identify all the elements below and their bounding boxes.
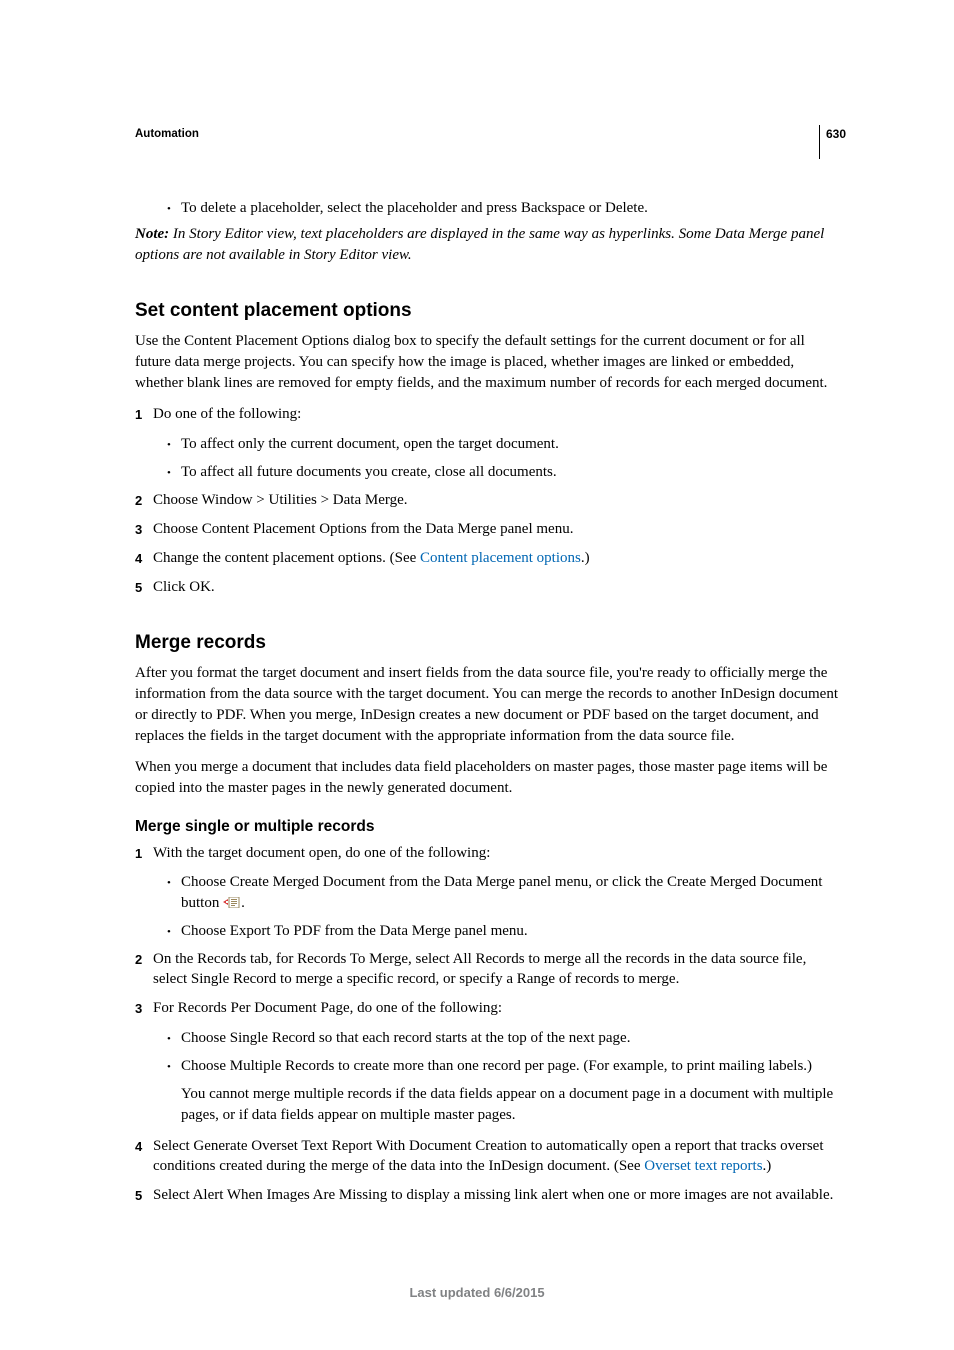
bullet-icon [167, 1028, 181, 1049]
step-number: 5 [135, 1187, 153, 1207]
list-item: To delete a placeholder, select the plac… [167, 198, 844, 218]
list-item: To affect only the current document, ope… [167, 434, 844, 455]
step-text: Select Alert When Images Are Missing to … [153, 1185, 844, 1205]
step-number: 4 [135, 550, 153, 570]
bullet-text: To affect only the current document, ope… [181, 434, 559, 455]
step-item: 2 Choose Window > Utilities > Data Merge… [135, 490, 844, 510]
step-number: 3 [135, 521, 153, 541]
step-item: 5 Select Alert When Images Are Missing t… [135, 1185, 844, 1205]
step-number: 5 [135, 579, 153, 599]
merge-records-section: Merge records After you format the targe… [135, 632, 844, 1206]
section-paragraph: When you merge a document that includes … [135, 757, 844, 799]
step-number: 3 [135, 1000, 153, 1020]
step-item: 3 For Records Per Document Page, do one … [135, 998, 844, 1018]
step-text: On the Records tab, for Records To Merge… [153, 949, 844, 990]
bullet-text: To delete a placeholder, select the plac… [181, 198, 648, 218]
bullet-icon [167, 1056, 181, 1077]
page-number-box: 630 [819, 125, 846, 159]
running-head: Automation [135, 128, 844, 140]
overset-text-reports-link[interactable]: Overset text reports [644, 1158, 762, 1174]
step-text: Choose Content Placement Options from th… [153, 519, 844, 539]
step-text: Select Generate Overset Text Report With… [153, 1136, 844, 1177]
bullet-text: Choose Export To PDF from the Data Merge… [181, 921, 528, 942]
note-text: In Story Editor view, text placeholders … [135, 226, 824, 263]
content-placement-options-link[interactable]: Content placement options [420, 550, 581, 566]
bullet-icon [167, 872, 181, 914]
step-number: 2 [135, 951, 153, 992]
bullet-icon [167, 434, 181, 455]
list-item: Choose Multiple Records to create more t… [167, 1056, 844, 1077]
subsection-heading: Merge single or multiple records [135, 818, 844, 836]
section-heading: Merge records [135, 632, 844, 654]
step-item: 3 Choose Content Placement Options from … [135, 519, 844, 539]
note-paragraph: Note: In Story Editor view, text placeho… [135, 224, 844, 266]
step-number: 2 [135, 492, 153, 512]
bullet-text: Choose Multiple Records to create more t… [181, 1056, 812, 1077]
page-number: 630 [826, 127, 846, 141]
list-item: Choose Single Record so that each record… [167, 1028, 844, 1049]
bullet-text: To affect all future documents you creat… [181, 462, 557, 483]
step-item: 5 Click OK. [135, 577, 844, 597]
step-text: With the target document open, do one of… [153, 843, 844, 863]
bullet-icon [167, 462, 181, 483]
section-intro: Use the Content Placement Options dialog… [135, 331, 844, 394]
step-text: For Records Per Document Page, do one of… [153, 998, 844, 1018]
bullet-text: Choose Single Record so that each record… [181, 1028, 630, 1049]
step-number: 4 [135, 1138, 153, 1179]
intro-section: To delete a placeholder, select the plac… [135, 198, 844, 266]
step-text: Choose Window > Utilities > Data Merge. [153, 490, 844, 510]
create-merged-document-icon [223, 894, 241, 905]
section-paragraph: After you format the target document and… [135, 663, 844, 747]
list-item: Choose Create Merged Document from the D… [167, 872, 844, 914]
step-item: 4 Change the content placement options. … [135, 548, 844, 568]
note-label: Note: [135, 226, 173, 242]
list-item: Choose Export To PDF from the Data Merge… [167, 921, 844, 942]
list-item: To affect all future documents you creat… [167, 462, 844, 483]
step-item: 1 With the target document open, do one … [135, 843, 844, 863]
step-item: 4 Select Generate Overset Text Report Wi… [135, 1136, 844, 1177]
step-number: 1 [135, 845, 153, 865]
step-item: 1 Do one of the following: [135, 404, 844, 424]
bullet-icon [167, 198, 181, 218]
step-item: 2 On the Records tab, for Records To Mer… [135, 949, 844, 990]
step-text: Do one of the following: [153, 404, 844, 424]
page-footer: Last updated 6/6/2015 [0, 1285, 954, 1300]
step-text: Change the content placement options. (S… [153, 548, 844, 568]
section-heading: Set content placement options [135, 300, 844, 322]
bullet-text: Choose Create Merged Document from the D… [181, 872, 844, 914]
step-number: 1 [135, 406, 153, 426]
set-content-placement-section: Set content placement options Use the Co… [135, 300, 844, 597]
step-text: Click OK. [153, 577, 844, 597]
step-note: You cannot merge multiple records if the… [181, 1084, 844, 1126]
bullet-icon [167, 921, 181, 942]
